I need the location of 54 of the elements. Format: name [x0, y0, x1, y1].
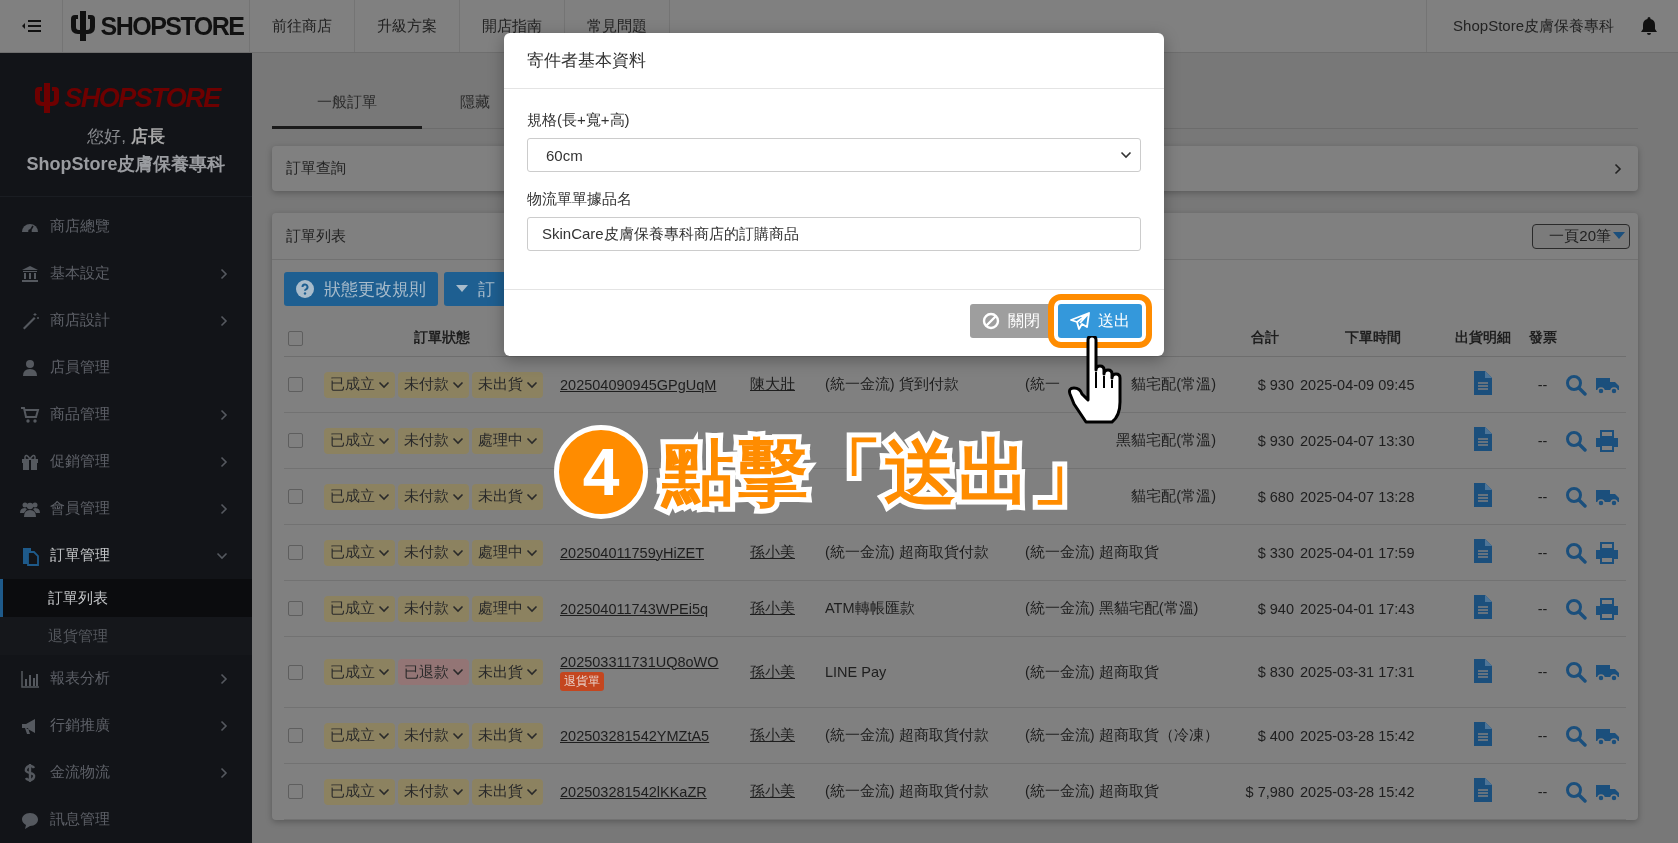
- table-cell: $ 680: [1257, 488, 1294, 505]
- table-cell: (統一金流) 超商取貨: [1025, 544, 1159, 560]
- table-cell: --: [1537, 544, 1548, 561]
- table-cell: (統一金流) 超商取貨: [1025, 663, 1159, 680]
- table-cell: (統一: [1025, 375, 1060, 394]
- table-cell: 2025-04-09 09:45: [1300, 376, 1415, 393]
- column-header: 發票: [1528, 329, 1557, 347]
- column-header: 出貨明細: [1454, 329, 1511, 347]
- greeting-text: 您好, 店長: [87, 126, 165, 148]
- table-cell: 2025-04-01 17:59: [1300, 544, 1415, 561]
- table-cell: 2025-04-07 13:28: [1300, 488, 1415, 505]
- table-cell: 2025-04-01 17:43: [1300, 600, 1415, 617]
- return-badge: 退貨單: [560, 671, 604, 691]
- table-cell: --: [1537, 488, 1548, 505]
- table-cell: $ 330: [1257, 544, 1294, 561]
- table-cell: 貓宅配(常溫): [1131, 375, 1216, 394]
- table-cell: (統一金流) 超商取貨付款: [825, 727, 989, 743]
- table-cell: --: [1537, 376, 1548, 393]
- table-cell: ATM轉帳匯款: [825, 600, 915, 616]
- table-cell: LINE Pay: [825, 664, 887, 680]
- field-label: 物流單單據品名: [527, 190, 633, 209]
- panel-title: 訂單列表: [286, 226, 346, 246]
- table-cell: (統一金流) 超商取貨: [1025, 783, 1159, 799]
- table-cell: (統一金流) 貨到付款: [825, 376, 959, 392]
- table-cell: 2025-04-07 13:30: [1300, 432, 1415, 449]
- column-header: 下單時間: [1344, 329, 1401, 347]
- store-name: ShopStore皮膚保養專科: [26, 153, 226, 176]
- logo-text: SHOPSTORE: [64, 82, 220, 114]
- column-header: 訂單狀態: [414, 329, 470, 347]
- table-cell: (統一金流) 超商取貨（冷凍）: [1025, 727, 1219, 743]
- table-cell: $ 930: [1257, 376, 1294, 393]
- table-cell: (統一金流) 超商取貨付款: [825, 544, 989, 560]
- table-cell: (統一金流) 超商取貨付款: [825, 783, 989, 799]
- table-cell: 2025-03-28 15:42: [1300, 727, 1415, 744]
- table-cell: 貓宅配(常溫): [1131, 487, 1216, 506]
- table-cell: $ 940: [1257, 600, 1294, 617]
- table-cell: --: [1537, 432, 1548, 449]
- table-cell: 2025-03-31 17:31: [1300, 664, 1415, 680]
- table-cell: --: [1537, 664, 1548, 680]
- table-cell: --: [1537, 783, 1548, 800]
- callout-text: 點擊「送出」: [662, 436, 1106, 508]
- table-cell: --: [1537, 600, 1548, 617]
- table-cell: $ 400: [1257, 727, 1294, 744]
- modal-title: 寄件者基本資料: [504, 33, 1164, 89]
- table-cell: 2025-03-28 15:42: [1300, 783, 1415, 800]
- table-cell: $ 7,980: [1245, 783, 1294, 800]
- column-header: 合計: [1251, 329, 1279, 347]
- panel-title: 訂單查詢: [286, 159, 346, 178]
- field-label: 規格(長+寬+高): [527, 111, 631, 130]
- table-cell: $ 930: [1257, 432, 1294, 449]
- table-cell: $ 830: [1257, 664, 1294, 680]
- table-cell: --: [1537, 727, 1548, 744]
- table-cell: (統一金流) 黑貓宅配(常溫): [1025, 600, 1199, 616]
- table-cell: 黑貓宅配(常溫): [1116, 431, 1216, 450]
